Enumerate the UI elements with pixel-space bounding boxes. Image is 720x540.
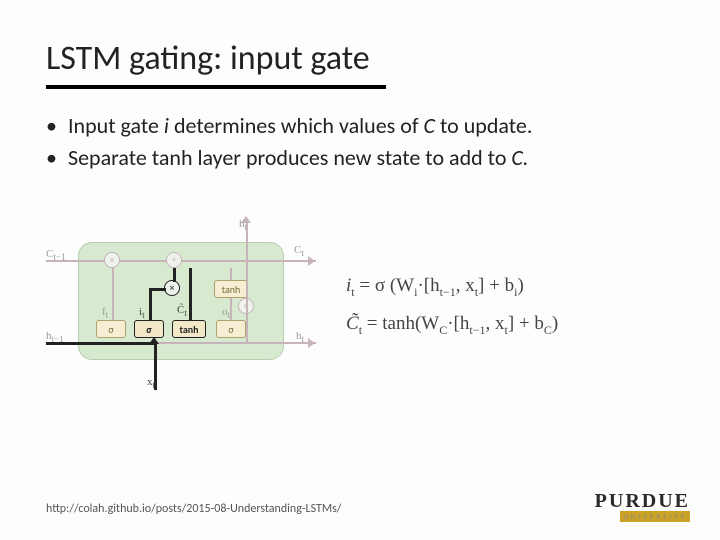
equations-block: it = σ (Wi·[ht−1, xt] + bi) C̃t = tanh(W… <box>346 267 558 343</box>
citation-url: http://colah.github.io/posts/2015-08-Und… <box>46 502 341 516</box>
label-h-next: ht <box>296 330 304 344</box>
arrow-right-icon <box>308 256 315 266</box>
purdue-logo: PURDUE UNIVERSITY <box>595 490 690 522</box>
label-h-prev: ht−1 <box>46 330 64 344</box>
bullet-dot: • <box>46 143 60 173</box>
input-gate-line <box>149 290 152 320</box>
candidate-line <box>189 268 192 320</box>
equation-input-gate: it = σ (Wi·[ht−1, xt] + bi) <box>346 267 558 305</box>
label-c-next: Ct <box>294 244 304 258</box>
output-merge-line <box>246 260 248 342</box>
hidden-out-line <box>156 342 316 344</box>
logo-text: PURDUE <box>595 490 690 513</box>
sigma-box-input: σ <box>134 320 164 338</box>
equation-candidate: C̃t = tanh(WC·[ht−1, xt] + bC) <box>346 305 558 343</box>
slide-title: LSTM gating: input gate <box>46 38 674 79</box>
label-i: it <box>139 306 145 320</box>
bullet-text: determines which values of <box>169 112 424 139</box>
bullet-text: Input gate <box>68 112 164 139</box>
bullet-dot: • <box>46 111 60 141</box>
tanh-box-output: tanh <box>214 280 248 298</box>
bullet-text: to update. <box>435 112 532 139</box>
bullet-text: Separate tanh layer produces new state t… <box>68 144 511 171</box>
sigma-box-output: σ <box>216 320 246 338</box>
bullet-list: • Input gate i determines which values o… <box>46 111 674 172</box>
input-merge-line <box>149 288 166 291</box>
tanh-box-candidate: tanh <box>172 320 206 338</box>
label-ctilde: C̃t <box>177 304 187 318</box>
bullet-item: • Input gate i determines which values o… <box>46 111 674 141</box>
label-h-top: ht <box>239 218 247 232</box>
label-o: ot <box>222 306 230 320</box>
label-x-in: xt <box>147 376 155 390</box>
label-f: ft <box>102 306 108 320</box>
sigma-box-forget: σ <box>96 320 126 338</box>
forget-line <box>112 268 114 320</box>
title-underline <box>46 85 386 89</box>
label-c-prev: Ct−1 <box>46 248 66 262</box>
arrow-right-icon <box>308 338 315 348</box>
bullet-italic: C <box>424 112 436 139</box>
input-to-plus-line <box>173 268 176 282</box>
arrow-up-icon <box>149 337 159 344</box>
logo-subtext: UNIVERSITY <box>620 511 690 522</box>
lstm-diagram: × + σ σ tanh σ × <box>46 220 316 390</box>
bullet-item: • Separate tanh layer produces new state… <box>46 143 674 173</box>
bullet-italic: C. <box>511 144 528 171</box>
